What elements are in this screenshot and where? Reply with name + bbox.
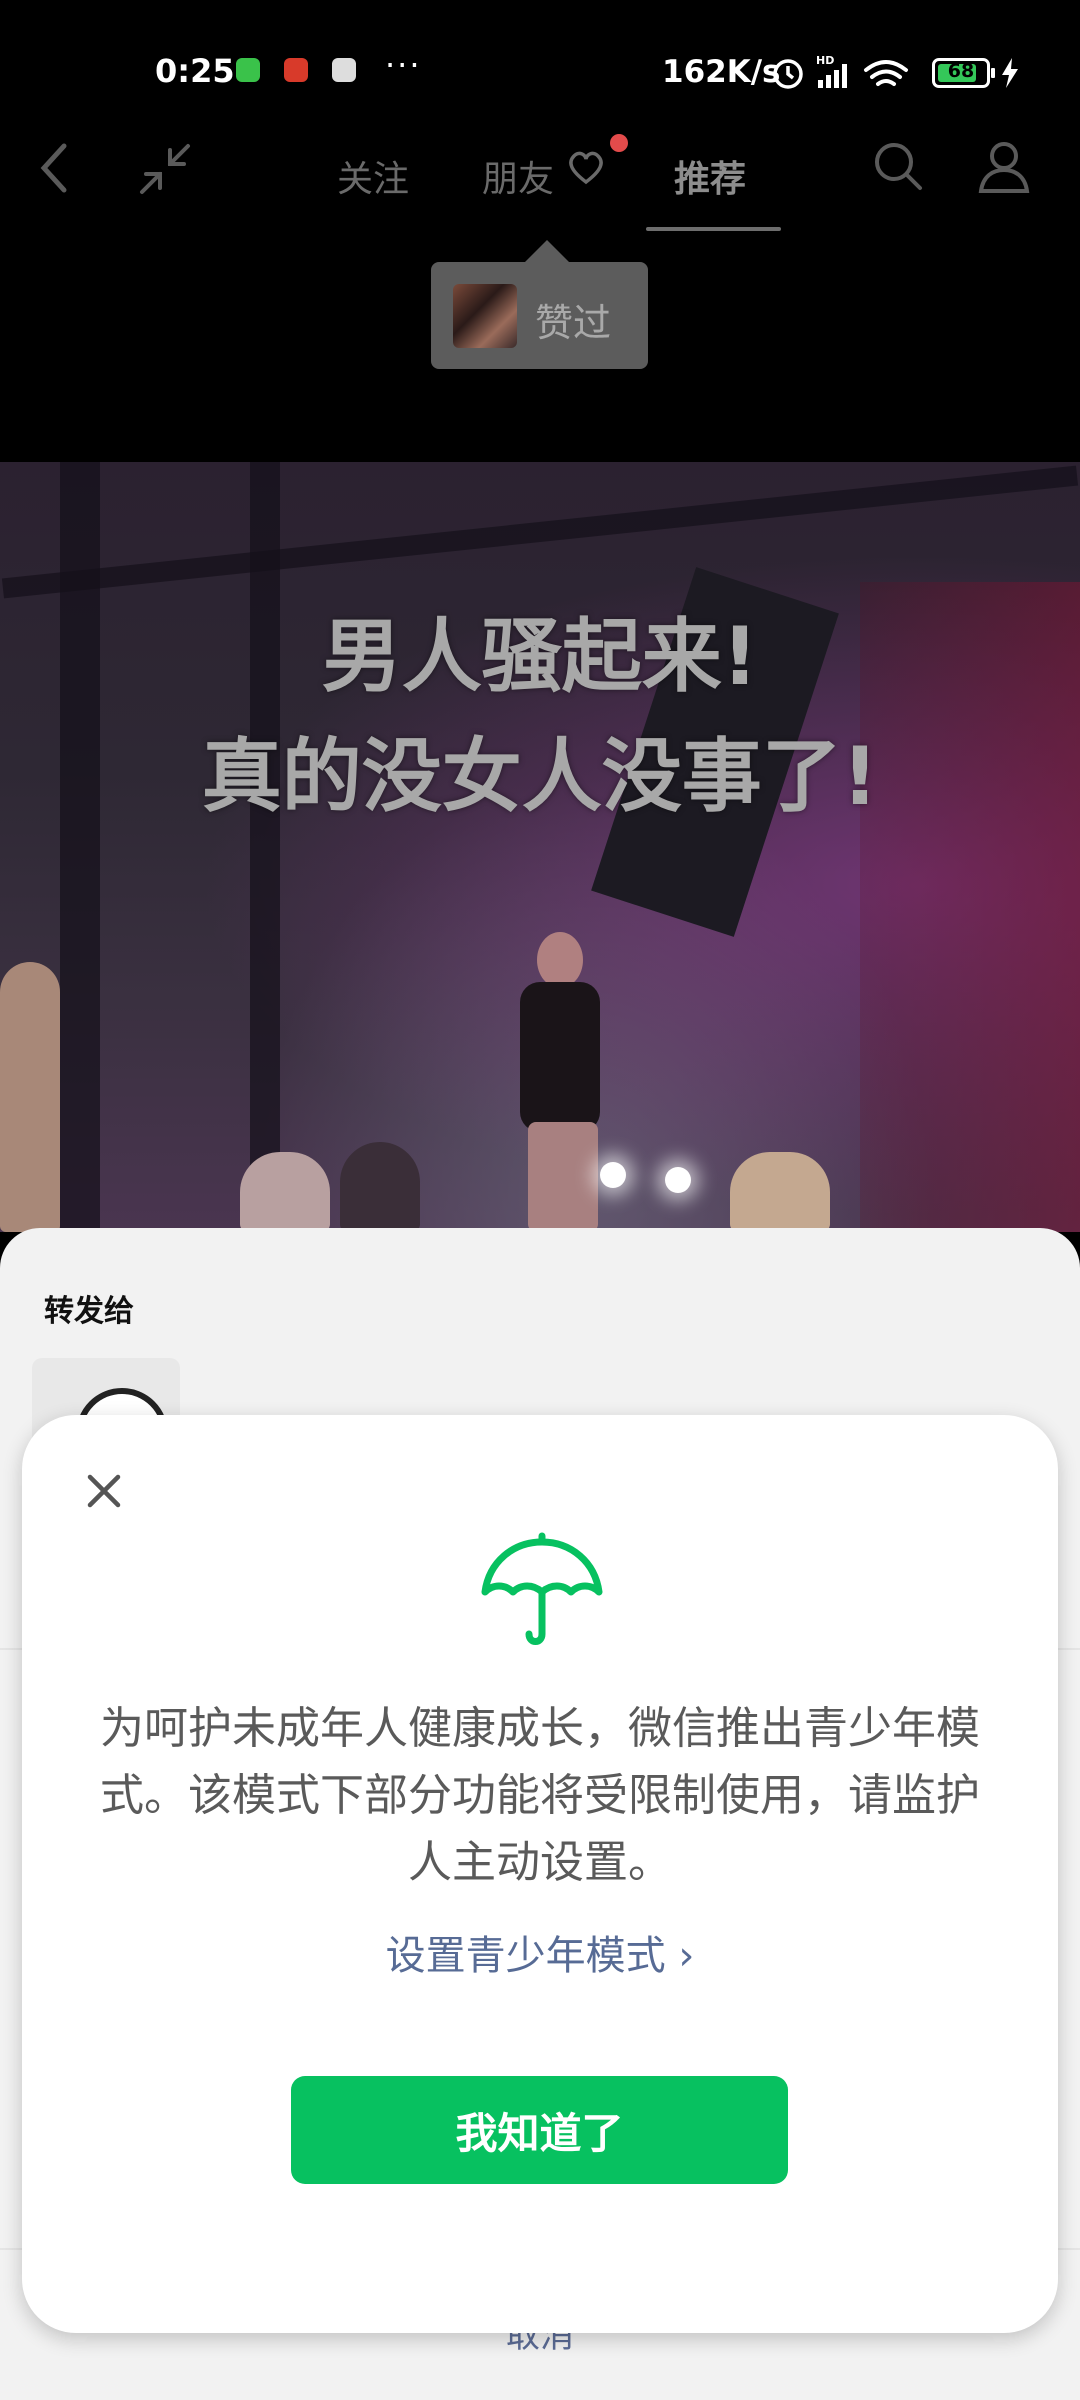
tab-following[interactable]: 关注 <box>337 150 409 202</box>
notification-dot <box>610 134 628 152</box>
heart-icon <box>569 151 603 185</box>
teen-mode-dialog: 为呵护未成年人健康成长，微信推出青少年模式。该模式下部分功能将受限制使用，请监护… <box>22 1415 1058 2333</box>
liked-avatar <box>453 284 517 348</box>
minimize-icon[interactable] <box>138 142 192 196</box>
umbrella-icon <box>481 1532 603 1645</box>
game-app-icon <box>332 58 356 82</box>
alarm-icon <box>773 59 803 89</box>
liked-label: 赞过 <box>535 301 612 345</box>
search-icon[interactable] <box>872 140 924 192</box>
tab-friends[interactable]: 朋友 <box>482 150 554 202</box>
status-bar: 0:25 ··· 162K/s HD 68 <box>0 0 1080 140</box>
share-sheet-title: 转发给 <box>44 1294 134 1329</box>
profile-icon[interactable] <box>978 140 1030 194</box>
status-time: 0:25 <box>155 52 235 90</box>
more-notifications-icon: ··· <box>385 46 422 84</box>
active-tab-indicator <box>646 227 781 231</box>
back-icon[interactable] <box>38 142 68 194</box>
close-icon[interactable] <box>80 1467 128 1515</box>
wifi-icon <box>864 60 908 86</box>
teen-mode-description: 为呵护未成年人健康成长，微信推出青少年模式。该模式下部分功能将受限制使用，请监护… <box>100 1703 980 1888</box>
network-speed: 162K/s <box>662 54 781 90</box>
tab-recommended[interactable]: 推荐 <box>674 150 746 202</box>
charging-icon <box>1002 58 1018 88</box>
chat-app-icon <box>236 58 260 82</box>
status-icons: HD <box>773 54 908 89</box>
set-teen-mode-link[interactable]: 设置青少年模式 › <box>22 1923 1058 1981</box>
svg-text:HD: HD <box>816 54 834 67</box>
signal-icon: HD <box>816 54 847 88</box>
video-player[interactable]: 男人骚起来! 真的没女人没事了! <box>0 462 1080 1232</box>
got-it-button[interactable]: 我知道了 <box>291 2076 788 2184</box>
video-caption-line1: 男人骚起来! <box>321 610 759 703</box>
video-caption-line2: 真的没女人没事了! <box>201 730 879 823</box>
liked-popup[interactable]: 赞过 <box>431 240 648 369</box>
news-app-icon <box>284 58 308 82</box>
battery-icon: 68 <box>932 58 995 88</box>
